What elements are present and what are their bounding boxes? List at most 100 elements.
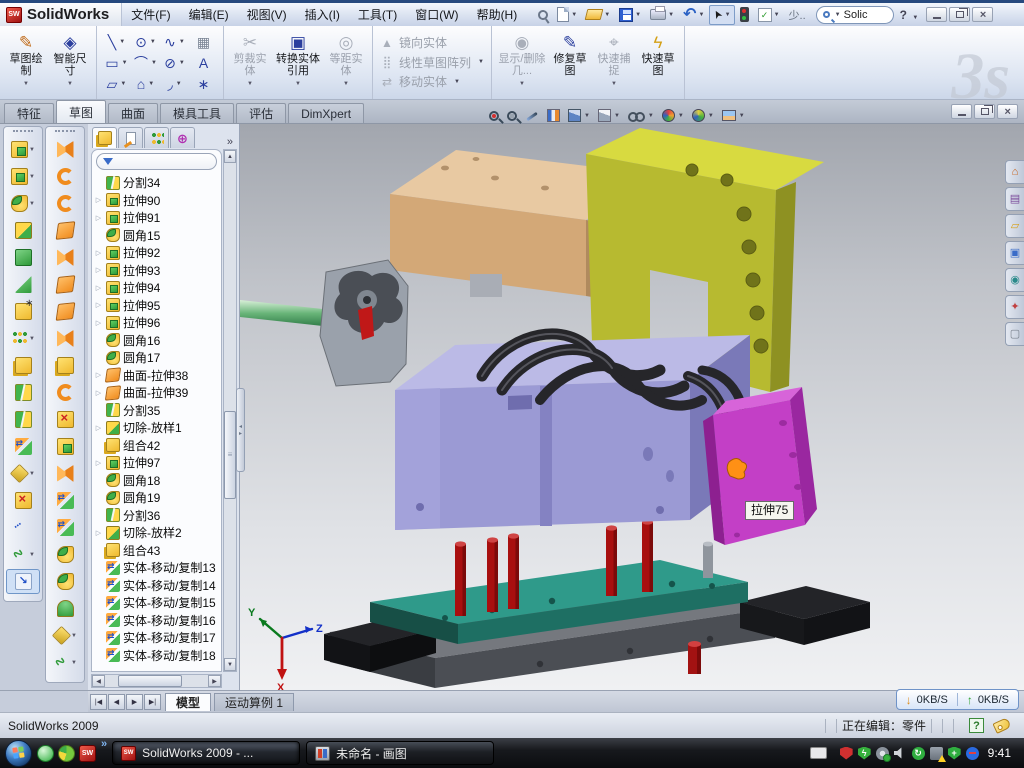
pin-button[interactable] [534, 5, 552, 25]
new-document-button[interactable]: ▼ [553, 5, 581, 25]
expand-arrow-icon[interactable]: ▷ [94, 424, 103, 432]
tree-horizontal-scrollbar[interactable]: ◀ ▶ [91, 674, 222, 688]
expand-arrow-icon[interactable]: ▷ [94, 459, 103, 467]
tree-tabs-more-button[interactable]: » [223, 136, 237, 148]
intersect-button[interactable] [6, 407, 40, 432]
view-orientation-button[interactable]: ▼ [566, 108, 592, 123]
start-button[interactable] [5, 740, 32, 767]
surface-bend-button[interactable] [48, 191, 82, 216]
appearances-tab[interactable]: ◉ [1005, 268, 1024, 292]
scroll-up-button[interactable]: ▲ [224, 150, 236, 163]
doc-minimize-button[interactable] [951, 104, 972, 119]
menu-item[interactable]: 视图(V) [238, 3, 296, 26]
scroll-down-button[interactable]: ▼ [224, 658, 236, 671]
zoom-to-fit-button[interactable] [487, 110, 501, 122]
next-tab-button[interactable]: ▶ [126, 694, 143, 710]
hide-show-items-button[interactable]: ▼ [626, 110, 656, 121]
转换实体引用-button[interactable]: ▣转换实体引用▼ [273, 31, 323, 91]
tree-item[interactable]: ▷切除-放样1 [92, 419, 221, 437]
tree-item[interactable]: 分割34 [92, 174, 221, 192]
shell-button[interactable] [6, 245, 40, 270]
network-speed-widget[interactable]: ↓ 0KB/S ↑ 0KB/S [896, 689, 1019, 710]
dimxpert-manager-tab[interactable]: ⊕ [170, 127, 195, 148]
surface-delete-button[interactable] [48, 407, 82, 432]
taskbar-task-paint[interactable]: 未命名 - 画图 [306, 741, 494, 765]
undo-button[interactable]: ↶▼ [679, 5, 708, 25]
surface-revolve-button[interactable] [48, 164, 82, 189]
doc-restore-button[interactable] [974, 104, 995, 119]
草图绘制-button[interactable]: ✎草图绘制▼ [5, 31, 47, 91]
tree-item[interactable]: 组合42 [92, 437, 221, 455]
tree-item[interactable]: ▷曲面-拉伸38 [92, 367, 221, 385]
messenger-quicklaunch-button[interactable] [37, 745, 54, 762]
expand-arrow-icon[interactable]: ▷ [94, 371, 103, 379]
spline-button[interactable]: ∿▼ [164, 34, 185, 50]
measure-button[interactable] [6, 569, 40, 594]
rib-button[interactable] [6, 218, 40, 243]
polygon-button[interactable]: ⌂▼ [137, 76, 154, 92]
fillet-button[interactable]: ▼ [6, 191, 40, 216]
tree-item[interactable]: 圆角18 [92, 472, 221, 490]
quick-launch-chevron[interactable]: » [101, 738, 107, 750]
zoom-to-area-button[interactable] [505, 110, 519, 122]
draft-button[interactable] [6, 272, 40, 297]
extrude-cut-button[interactable]: ▼ [6, 164, 40, 189]
expand-arrow-icon[interactable]: ▷ [94, 284, 103, 292]
rectangle-button[interactable]: ▭▼ [105, 55, 127, 71]
tree-item[interactable]: ▷拉伸91 [92, 209, 221, 227]
composite-curve-button[interactable] [6, 515, 40, 540]
tree-item[interactable]: 实体-移动/复制14 [92, 577, 221, 595]
spline-button[interactable]: ▼ [6, 542, 40, 567]
tree-item[interactable]: 实体-移动/复制17 [92, 629, 221, 647]
slot-button[interactable]: ▱▼ [107, 76, 127, 92]
surface-replace-button[interactable] [48, 515, 82, 540]
expand-arrow-icon[interactable]: ▷ [94, 266, 103, 274]
delete-body-button[interactable] [6, 488, 40, 513]
tree-item[interactable]: ▷切除-放样2 [92, 524, 221, 542]
magenta-block[interactable] [703, 387, 817, 545]
tree-item[interactable]: ▷拉伸93 [92, 262, 221, 280]
configuration-manager-tab[interactable] [144, 127, 169, 148]
status-help-icon[interactable]: ? [969, 718, 984, 733]
trim-box-button[interactable]: ▦ [197, 34, 210, 50]
tab-DimXpert[interactable]: DimXpert [288, 103, 364, 123]
point-button[interactable]: ∗ [198, 76, 210, 92]
spline-surface-button[interactable]: ▼ [48, 650, 82, 675]
select-cursor-button[interactable]: ➤▼ [709, 5, 734, 25]
menu-item[interactable]: 帮助(H) [468, 3, 527, 26]
circle-button[interactable]: ⊙▼ [135, 34, 156, 50]
blue-ball-tray-icon[interactable] [966, 747, 979, 760]
apply-scene-button[interactable]: ▼ [690, 108, 716, 123]
scroll-left-button[interactable]: ◀ [92, 675, 105, 687]
surface-dome-button[interactable] [48, 596, 82, 621]
tree-filter-input[interactable] [96, 153, 217, 170]
tree-item[interactable]: 分割35 [92, 402, 221, 420]
tree-item[interactable]: ▷拉伸95 [92, 297, 221, 315]
expand-arrow-icon[interactable]: ▷ [94, 389, 103, 397]
model-canvas[interactable]: Y Z X [240, 124, 1024, 690]
speaker-tray-icon[interactable] [894, 747, 907, 760]
tree-item[interactable]: 实体-移动/复制15 [92, 594, 221, 612]
surface-box-button[interactable] [48, 434, 82, 459]
surface-patch-button[interactable] [48, 542, 82, 567]
doc-tab-motion-study[interactable]: 运动算例 1 [214, 693, 294, 711]
surface-fillet-button[interactable] [48, 569, 82, 594]
green-shield-tray-icon[interactable]: ϟ [858, 747, 871, 760]
panel-splitter-handle[interactable]: ◂▸ [236, 388, 245, 472]
solidworks-quicklaunch-button[interactable]: SW [79, 745, 96, 762]
360-safety-quicklaunch-button[interactable] [58, 745, 75, 762]
search-input[interactable]: ▼ Solic [816, 6, 894, 24]
feature-manager-tab[interactable] [92, 127, 117, 148]
design-library-tab[interactable]: ▤ [1005, 187, 1024, 211]
tree-item[interactable]: ▷拉伸96 [92, 314, 221, 332]
智能尺寸-button[interactable]: ◈智能尺寸▼ [49, 31, 91, 91]
ellipse-button[interactable]: ⊘▼ [164, 55, 185, 71]
scroll-right-button[interactable]: ▶ [208, 675, 221, 687]
menu-item[interactable]: 文件(F) [122, 3, 179, 26]
tree-item[interactable]: 实体-移动/复制16 [92, 612, 221, 630]
hscroll-thumb[interactable] [118, 675, 183, 687]
restore-button[interactable] [949, 7, 970, 22]
custom-properties-tab[interactable]: ▢ [1005, 322, 1024, 346]
minimize-button[interactable] [926, 7, 947, 22]
sync-tray-icon[interactable]: ↻ [912, 747, 925, 760]
